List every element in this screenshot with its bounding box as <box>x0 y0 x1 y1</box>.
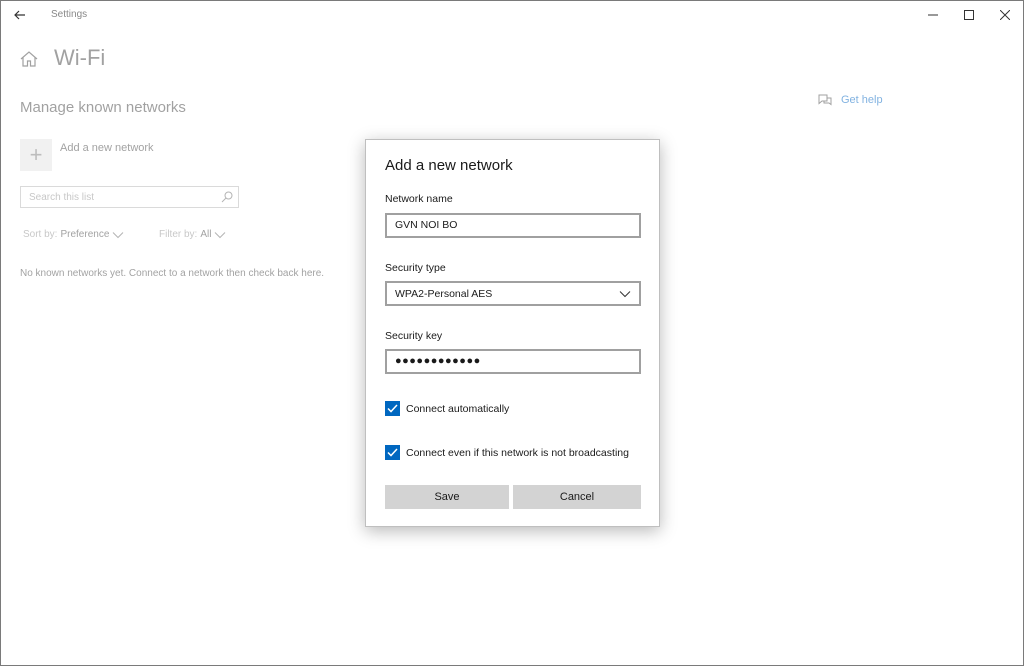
security-key-value: ●●●●●●●●●●●● <box>395 355 481 367</box>
security-key-label: Security key <box>385 330 443 342</box>
filter-value: All <box>200 229 212 240</box>
plus-icon: + <box>29 142 43 167</box>
sort-dropdown[interactable]: Sort by: Preference <box>23 229 124 240</box>
search-icon <box>221 191 233 203</box>
connect-hidden-label: Connect even if this network is not broa… <box>406 446 629 459</box>
sort-value: Preference <box>60 229 110 240</box>
chevron-down-icon <box>215 231 226 238</box>
network-name-label: Network name <box>385 193 453 205</box>
home-icon[interactable] <box>19 50 39 68</box>
dialog-title: Add a new network <box>385 157 513 174</box>
checkmark-icon <box>387 448 398 457</box>
back-button[interactable] <box>7 4 33 26</box>
filter-dropdown[interactable]: Filter by: All <box>159 229 226 240</box>
add-network-label[interactable]: Add a new network <box>60 142 154 154</box>
connect-automatically-label: Connect automatically <box>406 402 510 415</box>
chevron-down-icon <box>113 231 124 238</box>
add-network-dialog: Add a new network Network name GVN NOI B… <box>365 139 660 527</box>
minimize-icon <box>928 14 938 16</box>
search-placeholder: Search this list <box>29 192 95 203</box>
minimize-button[interactable] <box>913 1 953 29</box>
section-title: Manage known networks <box>20 99 186 116</box>
search-input[interactable]: Search this list <box>20 186 239 208</box>
connect-hidden-checkbox[interactable]: Connect even if this network is not broa… <box>385 445 629 460</box>
cancel-button[interactable]: Cancel <box>513 485 641 509</box>
maximize-button[interactable] <box>949 1 989 29</box>
empty-list-message: No known networks yet. Connect to a netw… <box>20 268 325 279</box>
save-button[interactable]: Save <box>385 485 509 509</box>
security-type-select[interactable]: WPA2-Personal AES <box>385 281 641 306</box>
sort-label: Sort by: <box>23 229 58 240</box>
back-arrow-icon <box>14 10 25 20</box>
security-key-input[interactable]: ●●●●●●●●●●●● <box>385 349 641 374</box>
page-title: Wi-Fi <box>54 45 106 70</box>
chat-help-icon <box>818 94 832 106</box>
connect-automatically-checkbox[interactable]: Connect automatically <box>385 401 509 416</box>
get-help-link[interactable]: Get help <box>817 93 883 107</box>
filter-label: Filter by: <box>159 229 198 240</box>
get-help-label: Get help <box>841 94 883 106</box>
security-type-label: Security type <box>385 262 446 274</box>
maximize-icon <box>964 10 974 20</box>
title-bar: Settings <box>1 1 1023 31</box>
checkbox-checked[interactable] <box>385 445 400 460</box>
close-button[interactable] <box>985 1 1023 29</box>
security-type-value: WPA2-Personal AES <box>395 287 493 300</box>
checkmark-icon <box>387 404 398 413</box>
close-icon <box>1000 10 1010 20</box>
chevron-down-icon <box>619 290 631 297</box>
network-name-input[interactable]: GVN NOI BO <box>385 213 641 238</box>
app-title: Settings <box>51 9 88 20</box>
checkbox-checked[interactable] <box>385 401 400 416</box>
add-network-button[interactable]: + <box>20 139 52 171</box>
network-name-value: GVN NOI BO <box>395 219 458 231</box>
settings-window: Settings Wi-Fi Manage known networks Get… <box>0 0 1024 666</box>
